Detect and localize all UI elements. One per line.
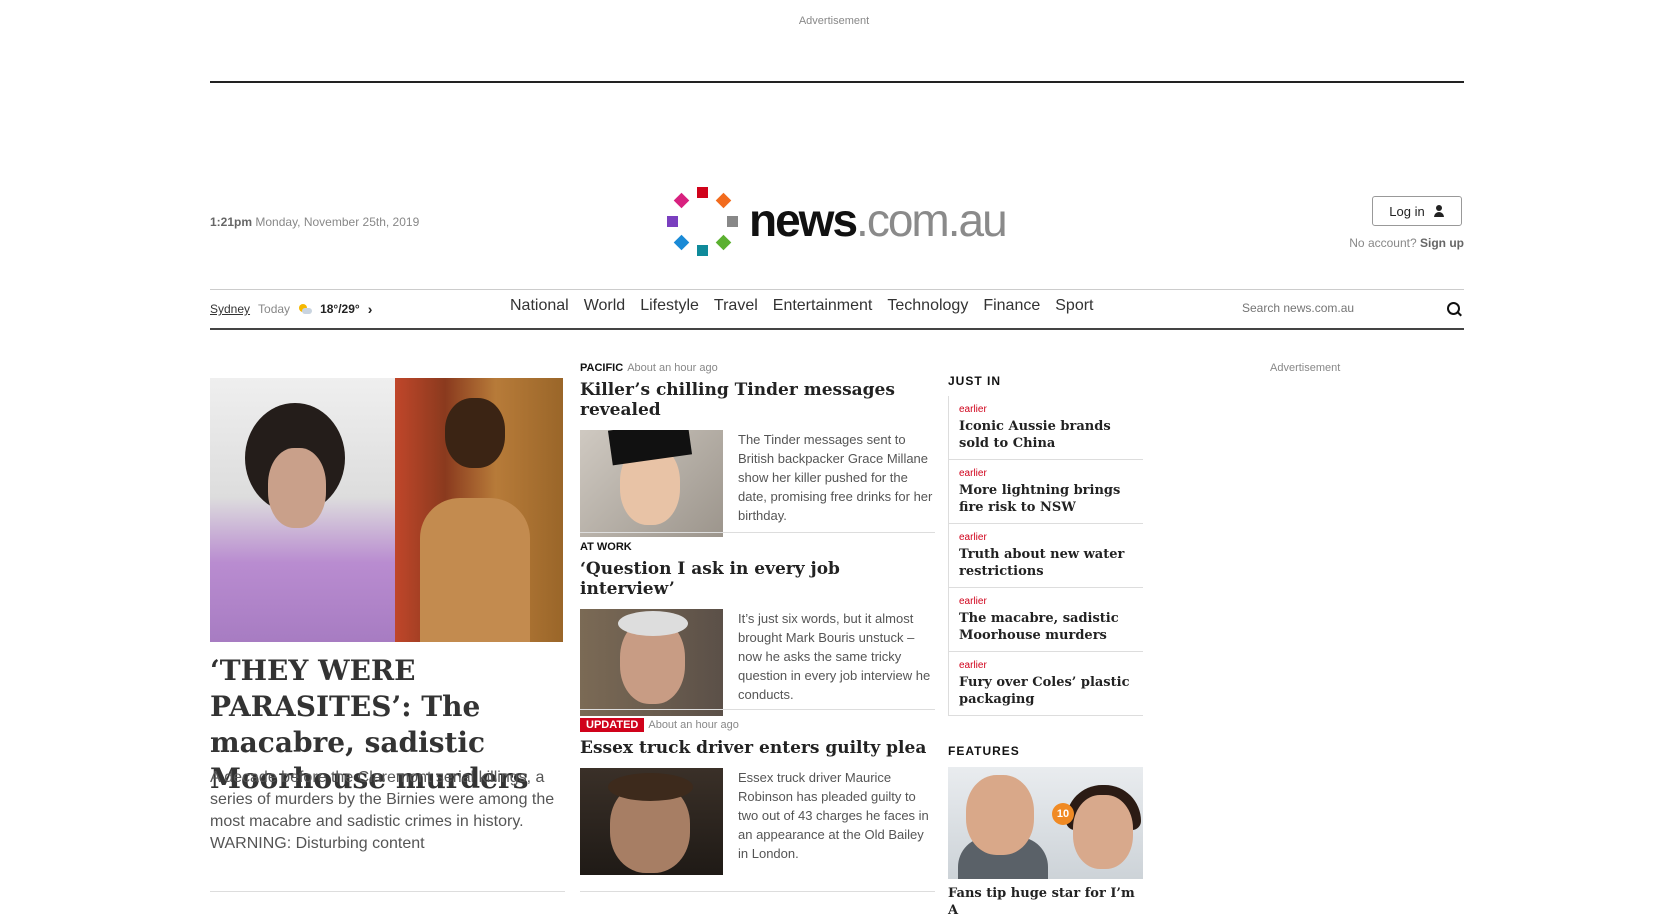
just-in-headline[interactable]: More lightning brings fire risk to NSW — [959, 482, 1143, 516]
top-divider — [210, 81, 1464, 83]
nav-top-rule — [210, 289, 1464, 290]
nav-bottom-rule — [210, 328, 1464, 330]
lead-story-image[interactable] — [210, 378, 563, 642]
story-thumbnail[interactable] — [580, 609, 723, 716]
site-logo[interactable]: news.com.au — [667, 187, 1008, 259]
just-in-time: earlier — [959, 468, 987, 479]
just-in-item[interactable]: earlier Iconic Aussie brands sold to Chi… — [948, 396, 1143, 460]
just-in-item[interactable]: earlier More lightning brings fire risk … — [948, 460, 1143, 524]
search-bar — [1242, 299, 1464, 319]
story-kicker: UPDATED About an hour ago — [580, 718, 935, 732]
weather-city[interactable]: Sydney — [210, 302, 250, 316]
partly-cloudy-icon — [298, 303, 313, 315]
user-icon — [1433, 205, 1445, 217]
just-in-panel: JUST IN earlier Iconic Aussie brands sol… — [948, 374, 1143, 716]
just-in-time: earlier — [959, 596, 987, 607]
just-in-time: earlier — [959, 532, 987, 543]
just-in-headline[interactable]: Truth about new water restrictions — [959, 546, 1143, 580]
search-icon[interactable] — [1447, 302, 1460, 315]
story-kicker: AT WORK — [580, 541, 935, 553]
story-divider — [580, 532, 935, 533]
story-thumbnail[interactable] — [580, 430, 723, 537]
chevron-right-icon[interactable]: › — [368, 301, 373, 317]
nav-item-entertainment[interactable]: Entertainment — [773, 297, 873, 315]
nav-item-finance[interactable]: Finance — [983, 297, 1040, 315]
just-in-headline[interactable]: The macabre, sadistic Moorhouse murders — [959, 610, 1143, 644]
no-account-line: No account? Sign up — [1300, 236, 1464, 250]
story-card: AT WORK ‘Question I ask in every job int… — [580, 541, 935, 716]
updated-badge: UPDATED — [580, 718, 645, 732]
story-blurb: It’s just six words, but it almost broug… — [738, 611, 931, 702]
advertisement-label-right: Advertisement — [1270, 362, 1341, 374]
just-in-headline[interactable]: Iconic Aussie brands sold to China — [959, 418, 1143, 452]
lead-image-left-photo — [210, 378, 395, 642]
nav-item-world[interactable]: World — [584, 297, 626, 315]
signup-link[interactable]: Sign up — [1420, 236, 1464, 250]
search-input[interactable] — [1242, 299, 1432, 317]
features-panel: FEATURES 10 Fans tip huge star for I’m A — [948, 744, 1143, 919]
channel-ten-logo: 10 — [1052, 803, 1074, 825]
story-card: UPDATED About an hour ago Essex truck dri… — [580, 718, 935, 875]
news-life-rule — [210, 891, 565, 892]
story-thumbnail[interactable] — [580, 768, 723, 875]
feature-person-right — [1073, 795, 1133, 869]
story-headline[interactable]: Killer’s chilling Tinder messages reveal… — [580, 380, 935, 420]
just-in-time: earlier — [959, 404, 987, 415]
nav-item-lifestyle[interactable]: Lifestyle — [640, 297, 699, 315]
story-time: About an hour ago — [648, 719, 739, 731]
story-blurb: Essex truck driver Maurice Robinson has … — [738, 770, 929, 861]
weather-day: Today — [258, 302, 291, 316]
logo-wordmark: news.com.au — [749, 193, 1008, 247]
story-headline[interactable]: Essex truck driver enters guilty plea — [580, 738, 935, 758]
just-in-headline[interactable]: Fury over Coles’ plastic packaging — [959, 674, 1143, 708]
advertisement-label-top: Advertisement — [798, 15, 870, 27]
nav-item-national[interactable]: National — [510, 297, 569, 315]
lead-story-description: A decade before the Claremont serial kil… — [210, 769, 555, 852]
just-in-item[interactable]: earlier Fury over Coles’ plastic packagi… — [948, 652, 1143, 716]
features-title: FEATURES — [948, 744, 1020, 758]
login-button[interactable]: Log in — [1372, 196, 1462, 226]
just-in-title: JUST IN — [948, 374, 1002, 388]
no-account-text: No account? — [1349, 236, 1417, 250]
story-time: About an hour ago — [627, 362, 718, 374]
sports-life-rule — [580, 891, 935, 892]
nav-item-sport[interactable]: Sport — [1055, 297, 1093, 315]
story-category[interactable]: AT WORK — [580, 541, 632, 553]
story-category[interactable]: PACIFIC — [580, 362, 623, 374]
story-blurb: The Tinder messages sent to British back… — [738, 432, 933, 523]
story-kicker: PACIFIC About an hour ago — [580, 362, 935, 374]
nav-item-travel[interactable]: Travel — [714, 297, 758, 315]
feature-headline[interactable]: Fans tip huge star for I’m A — [948, 885, 1143, 919]
story-divider — [580, 709, 935, 710]
login-label: Log in — [1389, 203, 1425, 219]
weather-temps: 18°/29° — [320, 302, 360, 316]
main-nav: National World Lifestyle Travel Entertai… — [510, 297, 1094, 315]
story-card: PACIFIC About an hour ago Killer’s chilli… — [580, 362, 935, 537]
logo-suffix-text: .com.au — [856, 194, 1008, 246]
feature-person-left — [966, 775, 1034, 855]
feature-image[interactable]: 10 — [948, 767, 1143, 879]
logo-main-text: news — [749, 194, 858, 246]
weather-widget[interactable]: Sydney Today 18°/29° › — [210, 301, 372, 317]
story-headline[interactable]: ‘Question I ask in every job interview’ — [580, 559, 935, 599]
logo-dots-icon — [667, 187, 739, 259]
nav-item-technology[interactable]: Technology — [887, 297, 968, 315]
header-date: Monday, November 25th, 2019 — [255, 215, 420, 229]
lead-image-right-photo — [395, 378, 563, 642]
header-time: 1:21pm — [210, 215, 253, 229]
just-in-time: earlier — [959, 660, 987, 671]
just-in-item[interactable]: earlier The macabre, sadistic Moorhouse … — [948, 588, 1143, 652]
just-in-item[interactable]: earlier Truth about new water restrictio… — [948, 524, 1143, 588]
header-datetime: 1:21pm Monday, November 25th, 2019 — [210, 215, 419, 229]
